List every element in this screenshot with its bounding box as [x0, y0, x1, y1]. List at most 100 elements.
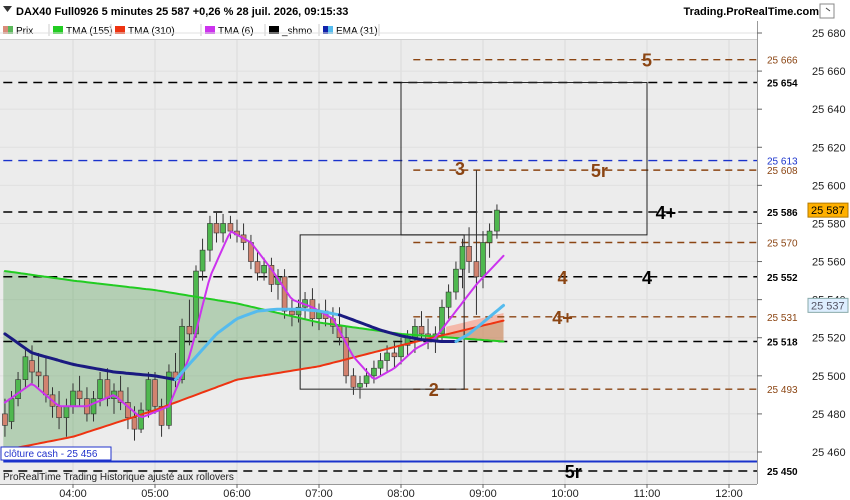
- candle-body: [56, 405, 62, 419]
- candle-body: [207, 223, 213, 251]
- wave-label: 3: [455, 159, 465, 179]
- candle-body: [391, 352, 398, 358]
- legend-label: _shmo: [281, 26, 312, 37]
- time-tick-label: 07:00: [305, 488, 333, 500]
- price-tick-label: 25 480: [812, 409, 846, 421]
- candle-body: [377, 360, 384, 369]
- candle-body: [97, 379, 103, 399]
- legend-label: TMA (155): [66, 26, 113, 37]
- chart-title: DAX40 Full0926 5 minutes 25 587 +0,26 % …: [16, 6, 348, 18]
- site-name: Trading.ProRealTime.com: [683, 6, 819, 18]
- candle-body: [480, 242, 486, 278]
- wave-label: 4+: [552, 308, 573, 328]
- legend-item[interactable]: _shmo: [269, 24, 320, 37]
- price-tick-label: 25 600: [812, 180, 846, 192]
- legend-item[interactable]: Prix: [3, 24, 50, 37]
- price-chart[interactable]: DAX40 Full0926 5 minutes 25 587 +0,26 % …: [0, 0, 850, 500]
- candle-body: [8, 398, 15, 422]
- candle-body: [199, 249, 206, 272]
- legend-item[interactable]: EMA (31): [323, 24, 380, 37]
- legend-label: TMA (6): [218, 26, 254, 37]
- level-label: 25 570: [767, 239, 798, 250]
- candle-body: [486, 230, 493, 243]
- candle-body: [418, 325, 425, 335]
- level-label: 25 531: [767, 313, 798, 324]
- candle-body: [35, 371, 42, 377]
- candle-body: [76, 390, 83, 399]
- indicator-legend: Prix TMA (155) TMA (310) TMA (6) _shmo EMA (3…: [0, 24, 757, 40]
- candle-body: [384, 352, 390, 361]
- price-tick-label: 25 520: [812, 333, 846, 345]
- legend-label: TMA (310): [128, 26, 175, 37]
- candle-body: [281, 276, 288, 312]
- price-tick-label: 25 620: [812, 142, 846, 154]
- wave-label: 4+: [656, 203, 677, 223]
- time-tick-label: 10:00: [551, 488, 579, 500]
- candle-body: [473, 261, 480, 278]
- legend-label: Prix: [16, 26, 33, 37]
- legend-item[interactable]: TMA (155): [53, 24, 113, 37]
- candle-body: [90, 398, 97, 415]
- candle-body: [350, 375, 357, 388]
- price-tick-label: 25 500: [812, 371, 846, 383]
- candle-body: [357, 383, 363, 388]
- level-label: 25 552: [767, 273, 798, 284]
- level-label: 25 518: [767, 338, 798, 349]
- price-tick-label: 25 560: [812, 257, 846, 269]
- time-tick-label: 08:00: [387, 488, 415, 500]
- candle-body: [29, 360, 35, 373]
- price-tick-label: 25 660: [812, 66, 846, 78]
- time-tick-label: 11:00: [634, 488, 661, 500]
- candle-body: [445, 291, 452, 308]
- candle-body: [459, 246, 466, 270]
- price-tick-label: 25 460: [812, 447, 846, 459]
- level-label: 25 586: [767, 208, 798, 219]
- candle-body: [254, 261, 261, 274]
- wave-label: 4: [642, 268, 652, 288]
- time-tick-label: 05:00: [141, 488, 169, 500]
- time-tick-label: 04:00: [59, 488, 87, 500]
- time-tick-label: 12:00: [715, 488, 743, 500]
- time-tick-label: 06:00: [223, 488, 251, 500]
- candle-body: [227, 223, 234, 232]
- candle-body: [261, 265, 267, 274]
- candle-body: [186, 325, 193, 335]
- candle-body: [15, 379, 21, 399]
- wave-label: 5: [642, 51, 652, 71]
- candle-body: [63, 405, 70, 419]
- price-tick-label: 25 680: [812, 28, 846, 40]
- candle-body: [363, 375, 370, 384]
- wave-label: 2: [429, 380, 439, 400]
- candle-body: [43, 375, 49, 396]
- level-label: 25 608: [767, 166, 798, 177]
- level-label: 25 654: [767, 79, 798, 90]
- price-tick-label: 25 640: [812, 104, 846, 116]
- level-label: 25 450: [767, 467, 798, 478]
- legend-item[interactable]: TMA (310): [115, 24, 202, 37]
- candle-body: [22, 356, 29, 380]
- candle-body: [70, 390, 76, 407]
- price-tick-label: 25 580: [812, 218, 846, 230]
- candle-body: [398, 345, 404, 358]
- candle-body: [152, 379, 158, 407]
- candle-body: [138, 409, 144, 430]
- level-label: 25 493: [767, 385, 798, 396]
- wave-label: 5r: [591, 161, 608, 181]
- legend-item[interactable]: TMA (6): [205, 24, 266, 37]
- candle-body: [371, 367, 377, 377]
- cloture-cash-label: clôture cash - 25 456: [4, 449, 98, 460]
- ema-price-label: 25 537: [811, 300, 845, 312]
- candle-body: [466, 246, 472, 262]
- candle-body: [213, 223, 220, 234]
- legend-label: EMA (31): [336, 26, 378, 37]
- candle-body: [145, 379, 152, 411]
- candle-body: [2, 413, 8, 426]
- level-label: 25 666: [767, 56, 798, 67]
- candle-body: [289, 310, 295, 316]
- candle-body: [453, 268, 459, 293]
- footer-note: ProRealTime Trading Historique ajusté au…: [3, 472, 234, 483]
- candle-body: [131, 417, 138, 430]
- candle-body: [220, 223, 226, 234]
- wave-label: 5r: [565, 462, 582, 482]
- last-price-label: 25 587: [811, 205, 845, 217]
